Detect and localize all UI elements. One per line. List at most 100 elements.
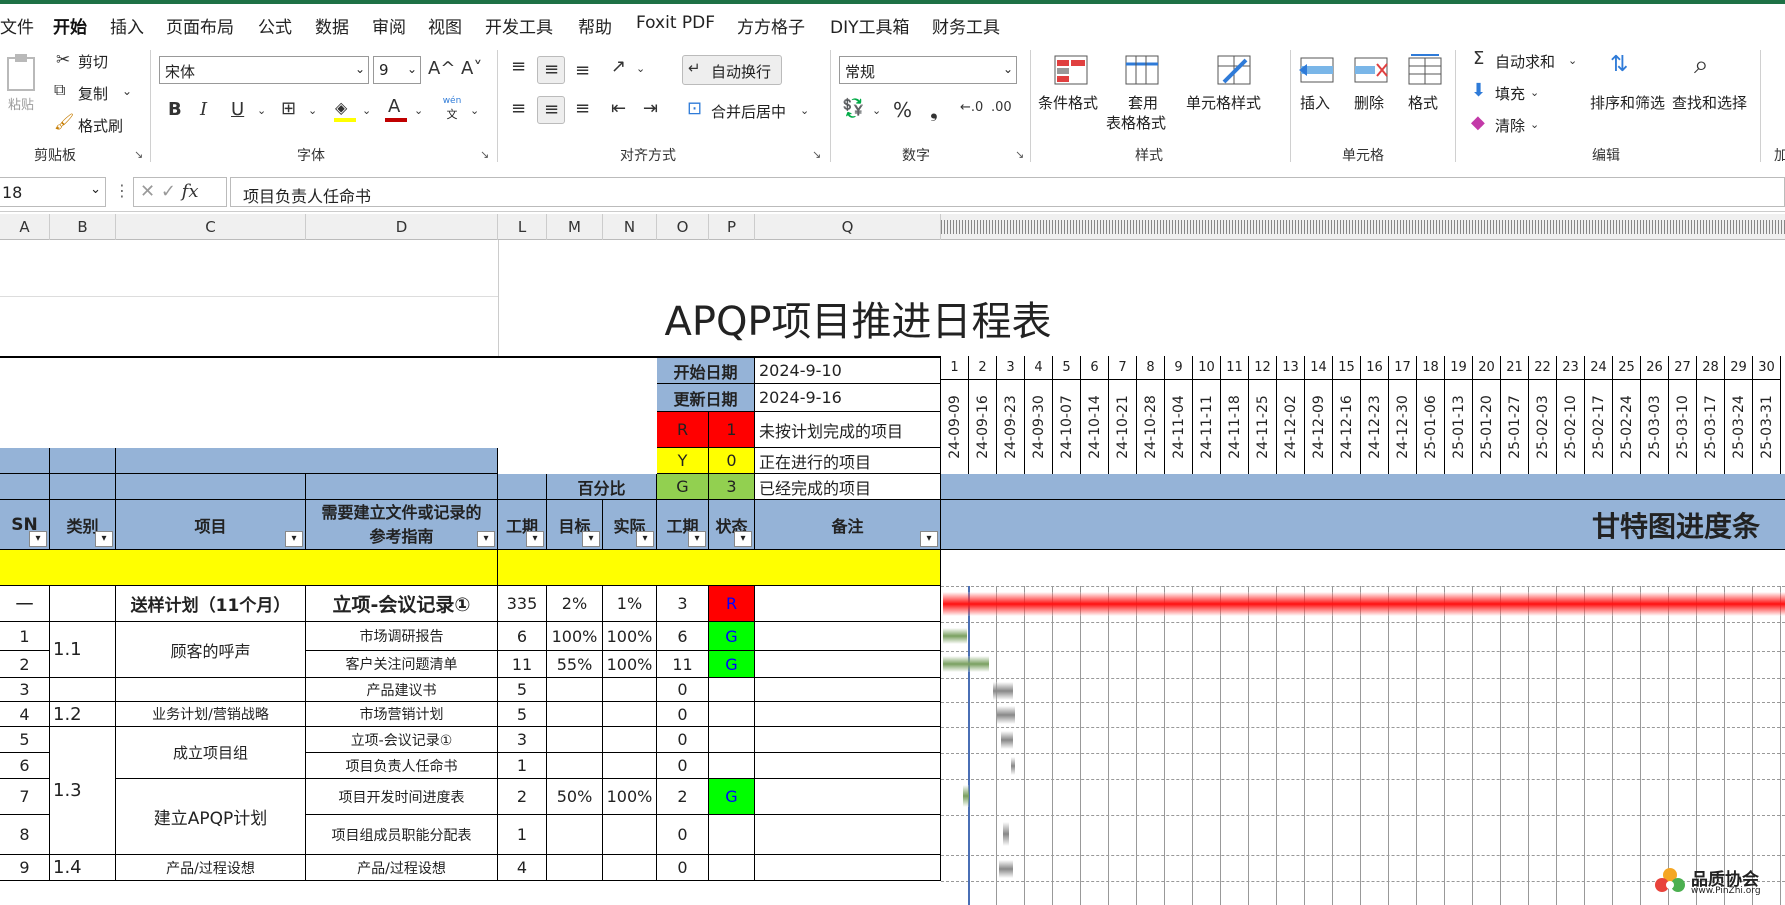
row-sn[interactable]: 3 [0, 678, 50, 702]
cell-styles-button[interactable]: 单元格样式 [1186, 52, 1282, 132]
orientation-dropdown-icon[interactable]: ⌄ [636, 62, 645, 75]
gantt-bar[interactable] [997, 706, 1015, 724]
font-size-combo[interactable]: 9 ⌄ [373, 56, 421, 84]
sheet-title[interactable]: APQP项目推进日程表 [498, 278, 1218, 358]
copy-dropdown-icon[interactable]: ⌄ [122, 84, 132, 98]
summary-period2[interactable]: 3 [657, 586, 709, 622]
row-actual[interactable] [603, 727, 657, 753]
row-period[interactable]: 11 [498, 651, 547, 678]
row-target[interactable]: 50% [547, 779, 603, 815]
summary-remark[interactable] [755, 586, 941, 622]
legend-y-desc[interactable]: 正在进行的项目 [755, 448, 941, 474]
row-status[interactable] [709, 727, 755, 753]
group-name[interactable]: 产品/过程设想 [116, 855, 306, 881]
font-color-dropdown-icon[interactable]: ⌄ [414, 104, 423, 117]
week-number[interactable]: 28 [1697, 356, 1725, 380]
row-remark[interactable] [755, 855, 941, 881]
week-number[interactable]: 1 [941, 356, 969, 380]
week-number[interactable]: 15 [1333, 356, 1361, 380]
header-guide[interactable]: 需要建立文件或记录的 参考指南 ▾ [306, 500, 498, 550]
align-center-button[interactable]: ≡ [537, 96, 565, 124]
legend-g-desc[interactable]: 已经完成的项目 [755, 474, 941, 500]
column-header-o[interactable]: O [657, 214, 709, 240]
column-header-n[interactable]: N [603, 214, 657, 240]
format-cells-button[interactable]: 格式 [1400, 52, 1450, 132]
row-guide[interactable]: 产品建议书 [306, 678, 498, 702]
week-date[interactable]: 25-02-17 [1585, 380, 1613, 474]
week-date[interactable]: 25-01-13 [1445, 380, 1473, 474]
header-actual[interactable]: 实际 ▾ [603, 500, 657, 550]
font-color-button[interactable]: A [384, 96, 408, 122]
band-cell[interactable] [0, 448, 50, 474]
alignment-launcher-icon[interactable]: ↘ [812, 148, 821, 161]
legend-y-count[interactable]: 0 [709, 448, 755, 474]
week-date[interactable]: 25-02-03 [1529, 380, 1557, 474]
row-guide[interactable]: 项目负责人任命书 [306, 753, 498, 779]
week-number[interactable]: 19 [1445, 356, 1473, 380]
gantt-bar[interactable] [943, 628, 967, 644]
group-code[interactable]: 1.3 [50, 727, 116, 855]
row-guide[interactable]: 市场调研报告 [306, 622, 498, 651]
week-number[interactable]: 5 [1053, 356, 1081, 380]
underline-dropdown-icon[interactable]: ⌄ [257, 104, 266, 117]
row-actual[interactable]: 100% [603, 651, 657, 678]
autosum-dropdown-icon[interactable]: ⌄ [1568, 54, 1577, 67]
week-number[interactable]: 20 [1473, 356, 1501, 380]
summary-actual[interactable]: 1% [603, 586, 657, 622]
decrease-indent-icon[interactable]: ⇤ [611, 98, 626, 119]
fill-button[interactable]: 填充 [1495, 83, 1525, 104]
column-header-a[interactable]: A [0, 214, 50, 240]
tab-page-layout[interactable]: 页面布局 [166, 13, 234, 38]
gantt-bar[interactable] [963, 785, 969, 807]
legend-r-desc[interactable]: 未按计划完成的项目 [755, 412, 941, 448]
week-number[interactable]: 30 [1753, 356, 1781, 380]
row-guide[interactable]: 立项-会议记录① [306, 727, 498, 753]
week-number[interactable]: 7 [1109, 356, 1137, 380]
border-dropdown-icon[interactable]: ⌄ [308, 104, 317, 117]
fill-color-button[interactable]: ◈ [333, 98, 357, 122]
week-number[interactable]: 14 [1305, 356, 1333, 380]
week-date[interactable]: 24-12-09 [1305, 380, 1333, 474]
currency-dropdown-icon[interactable]: ⌄ [872, 104, 881, 117]
week-number[interactable]: 3 [997, 356, 1025, 380]
header-remark[interactable]: 备注 ▾ [755, 500, 941, 550]
week-date[interactable]: 24-12-23 [1361, 380, 1389, 474]
row-period[interactable]: 2 [498, 779, 547, 815]
tab-developer[interactable]: 开发工具 [485, 13, 553, 38]
week-number[interactable]: 13 [1277, 356, 1305, 380]
week-date[interactable]: 24-09-30 [1025, 380, 1053, 474]
row-period2[interactable]: 0 [657, 678, 709, 702]
row-sn[interactable]: 2 [0, 651, 50, 678]
filter-dropdown-icon[interactable]: ▾ [582, 531, 600, 547]
row-period2[interactable]: 0 [657, 702, 709, 727]
gantt-bar-summary[interactable] [943, 592, 1785, 616]
tab-data[interactable]: 数据 [315, 13, 349, 38]
row-target[interactable] [547, 753, 603, 779]
delete-cells-button[interactable]: 删除 [1346, 52, 1396, 132]
fill-dropdown-icon[interactable]: ⌄ [362, 104, 371, 117]
column-header-p[interactable]: P [709, 214, 755, 240]
group-name[interactable]: 成立项目组 [116, 727, 306, 779]
band-cell[interactable] [306, 474, 498, 500]
row-period[interactable]: 5 [498, 702, 547, 727]
update-date-value[interactable]: 2024-9-16 [755, 384, 941, 412]
header-item[interactable]: 项目 ▾ [116, 500, 306, 550]
summary-status[interactable]: R [709, 586, 755, 622]
row-period2[interactable]: 0 [657, 727, 709, 753]
bold-button[interactable]: B [168, 99, 182, 120]
row-remark[interactable] [755, 727, 941, 753]
week-number[interactable]: 21 [1501, 356, 1529, 380]
conditional-formatting-button[interactable]: 条件格式 [1038, 52, 1104, 132]
row-status[interactable] [709, 815, 755, 855]
fx-icon[interactable]: fx [182, 181, 199, 202]
header-period[interactable]: 工期 ▾ [498, 500, 547, 550]
row-period2[interactable]: 6 [657, 622, 709, 651]
narrow-column-headers[interactable] [941, 220, 1785, 234]
row-remark[interactable] [755, 815, 941, 855]
confirm-icon[interactable]: ✓ [161, 181, 176, 202]
group-name[interactable]: 业务计划/营销战略 [116, 702, 306, 727]
filter-dropdown-icon[interactable]: ▾ [526, 531, 544, 547]
row-period[interactable]: 3 [498, 727, 547, 753]
align-bottom-icon[interactable]: ≡ [575, 60, 590, 81]
header-sn[interactable]: SN ▾ [0, 500, 50, 550]
